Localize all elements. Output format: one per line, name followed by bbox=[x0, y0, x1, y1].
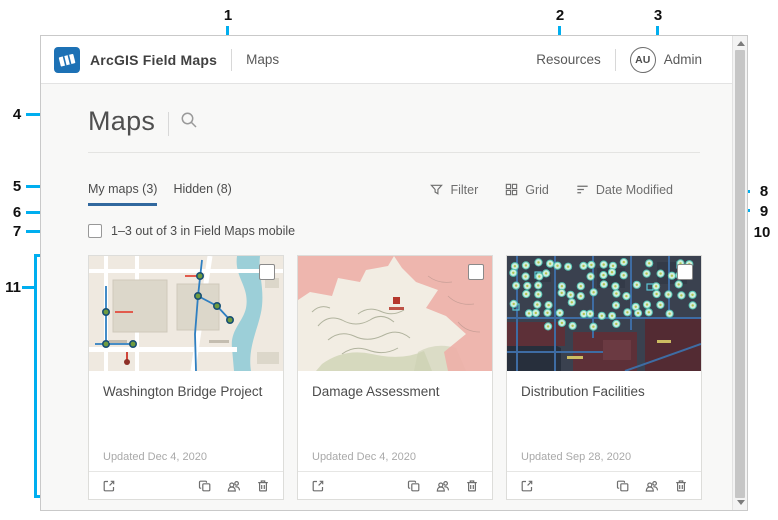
app-title: ArcGIS Field Maps bbox=[90, 52, 217, 68]
callout-label-1: 1 bbox=[215, 8, 241, 24]
filter-button[interactable]: Filter bbox=[429, 182, 478, 197]
duplicate-icon[interactable] bbox=[615, 478, 631, 494]
nav-maps[interactable]: Maps bbox=[246, 52, 279, 67]
card-footer bbox=[298, 471, 492, 499]
card-title: Distribution Facilities bbox=[521, 384, 689, 399]
duplicate-icon[interactable] bbox=[197, 478, 213, 494]
grid-icon bbox=[504, 182, 519, 197]
map-thumbnail[interactable] bbox=[298, 256, 492, 371]
mobile-selection-row: 1–3 out of 3 in Field Maps mobile bbox=[88, 224, 295, 238]
search-underline bbox=[88, 152, 700, 153]
app-header: ArcGIS Field Maps Maps Resources AU Admi… bbox=[41, 36, 734, 84]
scrollbar-thumb[interactable] bbox=[735, 50, 745, 498]
tab-bar: My maps (3) Hidden (8) bbox=[88, 182, 232, 206]
title-divider bbox=[168, 112, 169, 136]
card-checkbox[interactable] bbox=[677, 264, 693, 280]
card-updated: Updated Sep 28, 2020 bbox=[521, 451, 631, 463]
map-thumbnail[interactable] bbox=[89, 256, 283, 371]
select-all-checkbox[interactable] bbox=[88, 224, 102, 238]
share-group-icon[interactable] bbox=[435, 478, 451, 494]
map-thumbnail[interactable] bbox=[507, 256, 701, 371]
arcgis-field-maps-logo bbox=[54, 47, 80, 73]
open-map-icon[interactable] bbox=[519, 478, 535, 494]
tab-my-maps[interactable]: My maps (3) bbox=[88, 182, 157, 206]
grid-label: Grid bbox=[525, 183, 549, 197]
vertical-scrollbar[interactable] bbox=[732, 36, 747, 510]
card-footer bbox=[507, 471, 701, 499]
list-toolbar: Filter Grid Date Modified bbox=[429, 182, 673, 197]
sort-button[interactable]: Date Modified bbox=[575, 182, 673, 197]
sort-label: Date Modified bbox=[596, 183, 673, 197]
resources-link[interactable]: Resources bbox=[536, 52, 601, 67]
scrollbar-up-arrow-icon[interactable] bbox=[737, 41, 745, 46]
callout-label-3: 3 bbox=[645, 8, 671, 24]
field-maps-window: ArcGIS Field Maps Maps Resources AU Admi… bbox=[40, 35, 748, 511]
card-checkbox[interactable] bbox=[259, 264, 275, 280]
header-divider bbox=[615, 49, 616, 71]
annotated-screenshot: 1 2 3 4 5 6 7 8 9 10 11 bbox=[0, 0, 778, 520]
callout-line bbox=[34, 254, 37, 498]
map-card-washington-bridge[interactable]: Washington Bridge Project Updated Dec 4,… bbox=[88, 255, 284, 500]
card-updated: Updated Dec 4, 2020 bbox=[312, 451, 416, 463]
card-footer bbox=[89, 471, 283, 499]
user-name[interactable]: Admin bbox=[664, 52, 702, 67]
card-title: Washington Bridge Project bbox=[103, 384, 271, 399]
share-group-icon[interactable] bbox=[226, 478, 242, 494]
open-map-icon[interactable] bbox=[101, 478, 117, 494]
map-card-distribution-facilities[interactable]: Distribution Facilities Updated Sep 28, … bbox=[506, 255, 702, 500]
scrollbar-down-arrow-icon[interactable] bbox=[737, 500, 745, 505]
open-map-icon[interactable] bbox=[310, 478, 326, 494]
filter-icon bbox=[429, 182, 444, 197]
delete-icon[interactable] bbox=[673, 478, 689, 494]
page-title: Maps bbox=[88, 106, 155, 137]
search-icon[interactable] bbox=[179, 110, 199, 130]
grid-view-button[interactable]: Grid bbox=[504, 182, 549, 197]
card-checkbox[interactable] bbox=[468, 264, 484, 280]
duplicate-icon[interactable] bbox=[406, 478, 422, 494]
callout-label-10: 10 bbox=[749, 225, 775, 241]
delete-icon[interactable] bbox=[255, 478, 271, 494]
filter-label: Filter bbox=[450, 183, 478, 197]
header-divider bbox=[231, 49, 232, 71]
delete-icon[interactable] bbox=[464, 478, 480, 494]
tab-hidden[interactable]: Hidden (8) bbox=[173, 182, 231, 206]
callout-label-9: 9 bbox=[751, 204, 777, 220]
user-avatar[interactable]: AU bbox=[630, 47, 656, 73]
card-updated: Updated Dec 4, 2020 bbox=[103, 451, 207, 463]
card-title: Damage Assessment bbox=[312, 384, 480, 399]
callout-label-2: 2 bbox=[547, 8, 573, 24]
callout-label-8: 8 bbox=[751, 184, 777, 200]
map-card-damage-assessment[interactable]: Damage Assessment Updated Dec 4, 2020 bbox=[297, 255, 493, 500]
sort-icon bbox=[575, 182, 590, 197]
share-group-icon[interactable] bbox=[644, 478, 660, 494]
mobile-selection-label: 1–3 out of 3 in Field Maps mobile bbox=[111, 224, 295, 238]
